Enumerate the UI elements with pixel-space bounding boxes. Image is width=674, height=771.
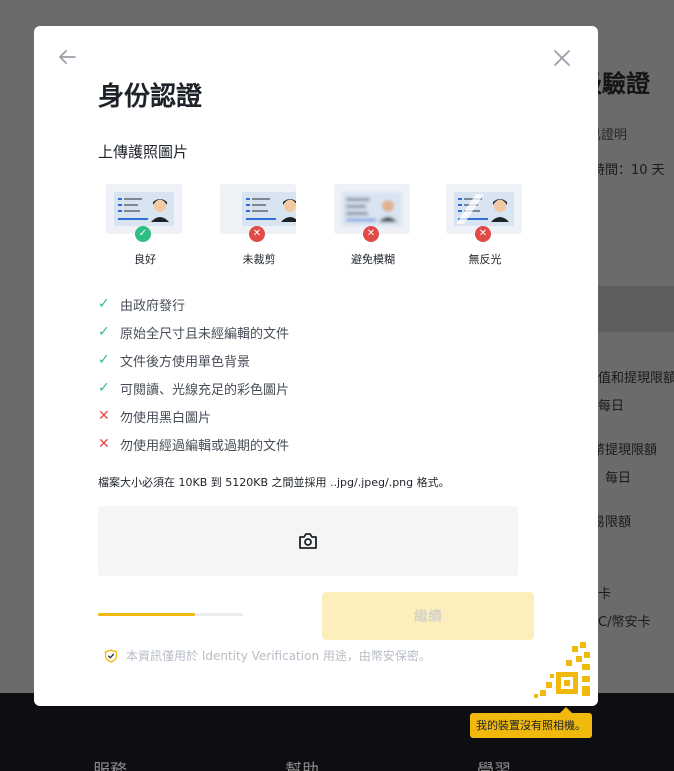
requirement-item: ✕ 勿使用黑白圖片 [98, 402, 538, 430]
modal-subtitle: 上傳護照圖片 [98, 143, 189, 161]
check-icon: ✓ [98, 352, 110, 368]
check-icon: ✓ [98, 380, 110, 396]
cross-icon: ✕ [98, 408, 110, 424]
requirement-text: 由政府發行 [120, 298, 186, 314]
background-text: 幣提現限額 [592, 443, 658, 458]
modal-title: 身份認證 [98, 82, 203, 112]
cross-badge-icon: ✕ [249, 226, 265, 242]
background-text: 卡 [598, 587, 612, 602]
requirement-text: 勿使用經過編輯或過期的文件 [120, 438, 290, 454]
step-progress-bar [98, 613, 243, 616]
cross-badge-icon: ✕ [363, 226, 379, 242]
example-label: 未裁剪 [242, 253, 276, 266]
background-text: 每日 [598, 399, 625, 414]
check-icon: ✓ [98, 324, 110, 340]
requirement-text: 勿使用黑白圖片 [120, 410, 212, 426]
close-icon[interactable] [552, 48, 572, 68]
camera-icon [298, 532, 318, 550]
requirement-text: 原始全尺寸且未經編輯的文件 [120, 326, 290, 342]
background-text: 值和提現限額 [598, 371, 674, 386]
requirement-text: 文件後方使用單色背景 [120, 354, 251, 370]
qr-code-icon[interactable] [532, 636, 590, 698]
background-text: C/幣安卡 [598, 615, 651, 630]
requirement-item: ✕ 勿使用經過編輯或過期的文件 [98, 430, 538, 458]
requirement-text: 可閱讀、光線充足的彩色圖片 [120, 382, 290, 398]
requirement-item: ✓ 文件後方使用單色背景 [98, 346, 538, 374]
cross-badge-icon: ✕ [475, 226, 491, 242]
requirement-item: ✓ 由政府發行 [98, 290, 538, 318]
step-progress-fill [98, 613, 196, 616]
footer-link-services[interactable]: 服務 [93, 756, 127, 771]
back-arrow-icon[interactable] [56, 46, 78, 68]
privacy-notice: 本資訊僅用於 Identity Verification 用途，由幣安保密。 [104, 647, 431, 664]
example-label: 無反光 [468, 253, 502, 266]
check-badge-icon: ✓ [135, 226, 151, 242]
requirement-item: ✓ 原始全尺寸且未經編輯的文件 [98, 318, 538, 346]
check-icon: ✓ [98, 296, 110, 312]
footer-link-help[interactable]: 幫助 [285, 756, 319, 771]
example-label: 避免模糊 [351, 253, 395, 266]
photo-examples: ✓ 良好 ✕ 未裁剪 ✕ 避免模糊 ✕ 無反光 [106, 184, 526, 266]
shield-check-icon [104, 648, 118, 663]
footer-link-learn[interactable]: 學習 [477, 756, 511, 771]
background-text: 時間：10 天 [592, 163, 665, 178]
identity-verification-modal: 身份認證 上傳護照圖片 ✓ 良好 ✕ 未裁剪 ✕ 避免模糊 ✕ 無反光 ✓ 由政… [34, 26, 598, 706]
continue-button[interactable]: 繼續 [322, 592, 534, 640]
cross-icon: ✕ [98, 436, 110, 452]
file-format-note: 檔案大小必須在 10KB 到 5120KB 之間並採用 ..jpg/.jpeg/… [98, 476, 450, 489]
requirement-item: ✓ 可閱讀、光線充足的彩色圖片 [98, 374, 538, 402]
photo-upload-area[interactable] [98, 506, 518, 576]
privacy-text: 本資訊僅用於 Identity Verification 用途，由幣安保密。 [126, 649, 431, 663]
example-label: 良好 [134, 253, 156, 266]
background-band [598, 286, 674, 332]
requirements-list: ✓ 由政府發行 ✓ 原始全尺寸且未經編輯的文件 ✓ 文件後方使用單色背景 ✓ 可… [98, 290, 538, 458]
no-camera-tooltip[interactable]: 我的裝置沒有照相機。 [470, 707, 592, 738]
